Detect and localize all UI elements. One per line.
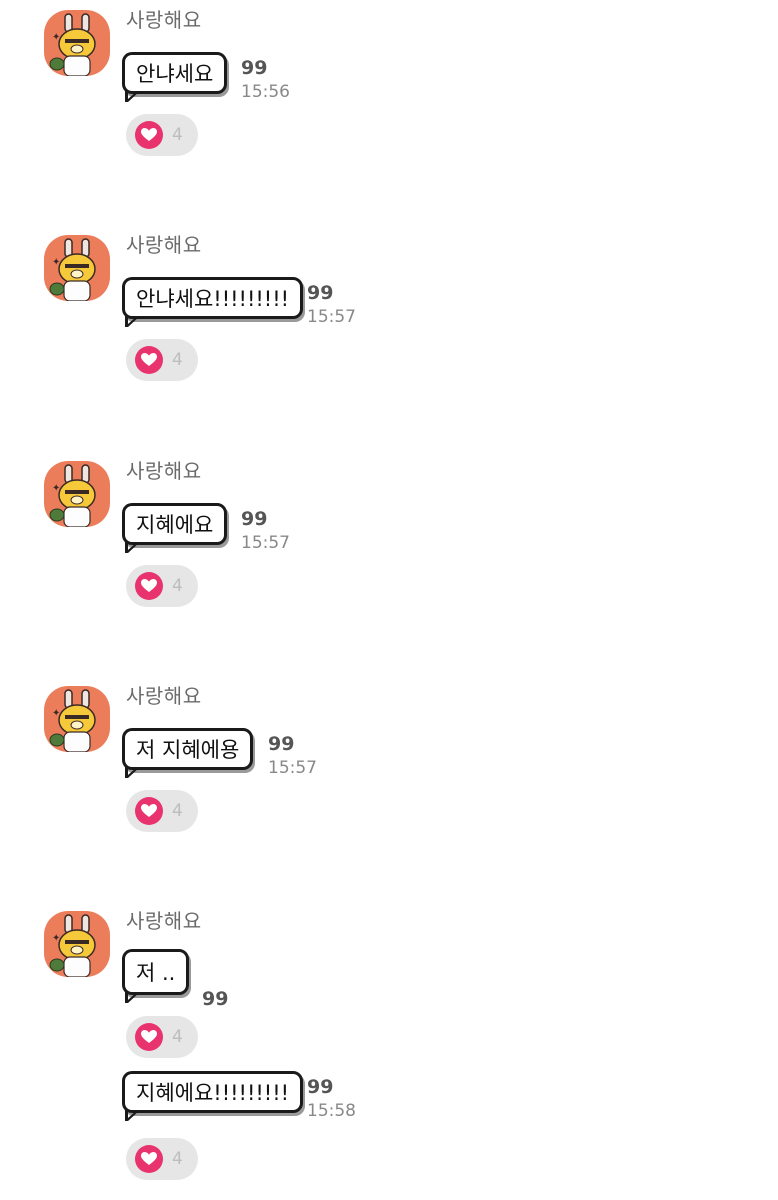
message-text: 안냐세요!!!!!!!!!: [136, 287, 290, 311]
bubble-tail: [125, 542, 140, 553]
ryan-bunny-character-icon: [49, 464, 96, 527]
avatar[interactable]: [44, 686, 110, 752]
message-meta: 99 15:57: [268, 735, 317, 777]
ryan-bunny-character-icon: [49, 13, 96, 76]
like-count: 4: [172, 1149, 183, 1169]
avatar[interactable]: [44, 235, 110, 301]
message-time: 15:56: [241, 82, 290, 102]
heart-icon: [135, 1145, 163, 1173]
bubble-tail: [125, 767, 140, 778]
bubble-tail: [125, 316, 140, 327]
ryan-bunny-character-icon: [49, 238, 96, 301]
sender-name: 사랑해요: [126, 8, 202, 32]
like-count: 4: [172, 125, 183, 145]
heart-icon: [135, 572, 163, 600]
unread-count: 99: [268, 733, 295, 755]
message-bubble[interactable]: 지혜에요: [122, 503, 228, 545]
message-time: 15:57: [307, 307, 356, 327]
message-text: 저 지혜에용: [136, 738, 240, 762]
avatar[interactable]: [44, 461, 110, 527]
message-meta: 99 15:57: [241, 510, 290, 552]
like-reaction[interactable]: 4: [126, 1016, 198, 1058]
message-text: 지혜에요: [136, 513, 214, 537]
heart-icon: [135, 346, 163, 374]
bubble-tail: [125, 992, 140, 1003]
like-count: 4: [172, 350, 183, 370]
like-reaction[interactable]: 4: [126, 565, 198, 607]
like-count: 4: [172, 801, 183, 821]
like-reaction[interactable]: 4: [126, 339, 198, 381]
message-time: 15:57: [241, 533, 290, 553]
ryan-bunny-character-icon: [49, 914, 96, 977]
message-bubble[interactable]: 저 지혜에용: [122, 728, 254, 770]
unread-count: 99: [307, 282, 334, 304]
heart-icon: [135, 1023, 163, 1051]
unread-count: 99: [241, 508, 268, 530]
message-meta: 99 15:56: [241, 59, 290, 101]
ryan-bunny-character-icon: [49, 689, 96, 752]
unread-count: 99: [241, 57, 268, 79]
unread-count: 99: [307, 1076, 334, 1098]
message-text: 안냐세요: [136, 62, 214, 86]
sender-name: 사랑해요: [126, 909, 202, 933]
message-text: 지혜에요!!!!!!!!!: [136, 1081, 290, 1105]
message-meta: 99 15:58: [307, 1078, 356, 1120]
bubble-tail: [125, 91, 140, 102]
message-time: 15:57: [268, 758, 317, 778]
message-meta: 99: [202, 990, 228, 1009]
message-time: 15:58: [307, 1101, 356, 1121]
message-bubble[interactable]: 저 ..: [122, 949, 190, 995]
heart-icon: [135, 797, 163, 825]
unread-count: 99: [202, 988, 229, 1010]
sender-name: 사랑해요: [126, 459, 202, 483]
like-reaction[interactable]: 4: [126, 114, 198, 156]
message-bubble[interactable]: 안냐세요: [122, 52, 228, 94]
like-reaction[interactable]: 4: [126, 1138, 198, 1180]
sender-name: 사랑해요: [126, 684, 202, 708]
like-count: 4: [172, 1027, 183, 1047]
like-count: 4: [172, 576, 183, 596]
sender-name: 사랑해요: [126, 233, 202, 257]
heart-icon: [135, 121, 163, 149]
bubble-tail: [125, 1110, 140, 1121]
like-reaction[interactable]: 4: [126, 790, 198, 832]
message-bubble[interactable]: 안냐세요!!!!!!!!!: [122, 277, 304, 319]
avatar[interactable]: [44, 10, 110, 76]
message-text: 저 ..: [136, 961, 176, 985]
message-meta: 99 15:57: [307, 284, 356, 326]
message-bubble[interactable]: 지혜에요!!!!!!!!!: [122, 1071, 304, 1113]
avatar[interactable]: [44, 911, 110, 977]
